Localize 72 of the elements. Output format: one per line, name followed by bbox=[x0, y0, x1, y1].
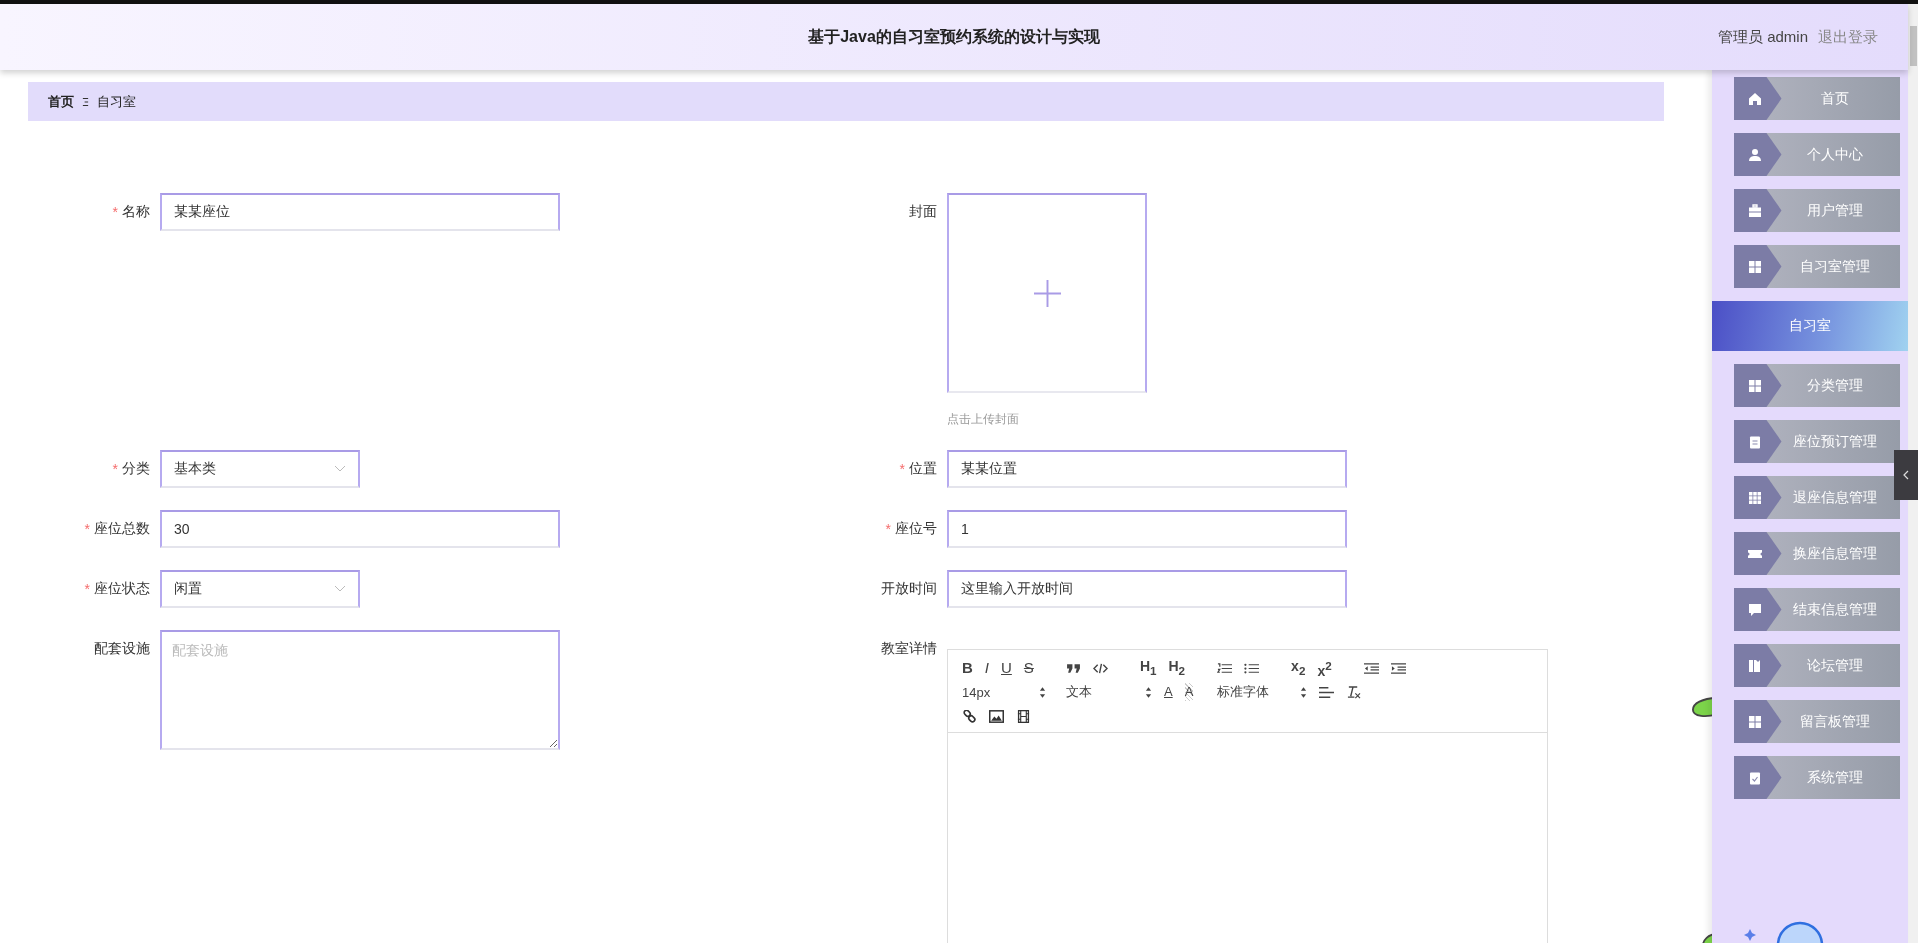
breadcrumb-link[interactable]: 首页 bbox=[48, 92, 74, 111]
upload-hint: 点击上传封面 bbox=[947, 411, 1019, 428]
home-icon bbox=[1747, 91, 1762, 106]
video-icon[interactable] bbox=[1016, 709, 1031, 723]
book-icon bbox=[1747, 658, 1762, 673]
grid-icon bbox=[1747, 259, 1762, 274]
grid-icon bbox=[1747, 714, 1762, 729]
field-label: 分类 bbox=[122, 460, 150, 478]
chevron-left-icon bbox=[1903, 470, 1909, 480]
numbered-list-icon[interactable] bbox=[1217, 661, 1233, 675]
field-label: 座位状态 bbox=[94, 580, 150, 598]
plus-icon bbox=[1033, 279, 1061, 307]
required-mark: * bbox=[112, 461, 118, 477]
user-name: 管理员 admin bbox=[1717, 27, 1808, 47]
sort-arrows-icon bbox=[1039, 686, 1046, 698]
field-label: 封面 bbox=[909, 203, 937, 221]
clear-format-icon[interactable] bbox=[1346, 685, 1362, 699]
required-mark: * bbox=[885, 521, 891, 537]
input-field[interactable]: 1 bbox=[947, 510, 1347, 548]
required-mark: * bbox=[84, 581, 90, 597]
separator-icon bbox=[82, 96, 89, 107]
field-label: 位置 bbox=[909, 460, 937, 478]
clipboard-icon bbox=[1747, 434, 1762, 449]
format-button[interactable]: S bbox=[1023, 659, 1034, 677]
required-mark: * bbox=[112, 204, 118, 220]
code-icon[interactable] bbox=[1092, 661, 1108, 675]
field-label: 座位号 bbox=[895, 520, 937, 538]
field-label: 座位总数 bbox=[94, 520, 150, 538]
person-icon bbox=[1747, 147, 1762, 162]
field-label: 教室详情 bbox=[881, 640, 937, 658]
quote-icon[interactable] bbox=[1065, 661, 1081, 675]
chat-icon bbox=[1747, 602, 1762, 617]
toolbar-select[interactable]: 14px bbox=[962, 684, 1046, 700]
link-icon[interactable] bbox=[962, 709, 977, 723]
textarea-field[interactable]: 配套设施 bbox=[160, 630, 560, 750]
required-mark: * bbox=[899, 461, 905, 477]
grid-icon bbox=[1747, 378, 1762, 393]
input-field[interactable]: 某某位置 bbox=[947, 450, 1347, 488]
field-label: 配套设施 bbox=[94, 640, 150, 658]
bullet-list-icon[interactable] bbox=[1244, 661, 1260, 675]
script-button[interactable]: x$^{2}$ bbox=[1317, 656, 1332, 680]
field-label: 名称 bbox=[122, 203, 150, 221]
rich-text-editor[interactable]: B I U S H$_{1}$ H$_{2}$ x$_{2}$ x$^{2}$ 14px 文本 A A 标准字体 bbox=[947, 649, 1548, 943]
input-field[interactable]: 这里输入开放时间 bbox=[947, 570, 1347, 608]
dropdown-field[interactable]: 基本类 bbox=[160, 450, 360, 488]
field-label: 开放时间 bbox=[881, 580, 937, 598]
input-field[interactable]: 某某座位 bbox=[160, 193, 560, 231]
format-button[interactable]: B bbox=[962, 659, 973, 677]
grid-icon bbox=[1747, 490, 1762, 505]
outdent-icon[interactable] bbox=[1363, 661, 1379, 675]
dropdown-field[interactable]: 闲置 bbox=[160, 570, 360, 608]
required-mark: * bbox=[84, 521, 90, 537]
heading-button[interactable]: H$_{1}$ bbox=[1139, 656, 1157, 680]
format-button[interactable]: U bbox=[1001, 659, 1012, 677]
align-icon[interactable] bbox=[1319, 685, 1335, 699]
input-field[interactable]: 30 bbox=[160, 510, 560, 548]
sort-arrows-icon bbox=[1145, 686, 1152, 698]
font-color-button[interactable]: A bbox=[1164, 683, 1173, 701]
indent-icon[interactable] bbox=[1390, 661, 1406, 675]
toolbar-select[interactable]: 标准字体 bbox=[1217, 683, 1308, 701]
scrollbar-thumb[interactable] bbox=[1910, 26, 1917, 66]
clipboard-check-icon bbox=[1747, 770, 1762, 785]
app-title: 基于Java的自习室预约系统的设计与实现 bbox=[808, 26, 1100, 47]
briefcase-icon bbox=[1747, 203, 1762, 218]
highlight-button[interactable]: A bbox=[1184, 683, 1194, 701]
format-button[interactable]: I bbox=[984, 659, 989, 677]
breadcrumb-link[interactable]: 自习室 bbox=[97, 92, 136, 111]
heading-button[interactable]: H$_{2}$ bbox=[1168, 656, 1186, 680]
toolbar-select[interactable]: 文本 bbox=[1066, 683, 1152, 701]
script-button[interactable]: x$_{2}$ bbox=[1291, 656, 1306, 680]
image-icon[interactable] bbox=[989, 709, 1004, 723]
sort-arrows-icon bbox=[1300, 686, 1308, 698]
